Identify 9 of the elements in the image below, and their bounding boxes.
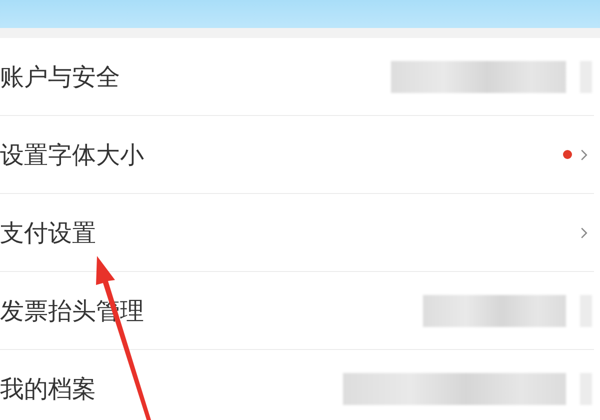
setting-label: 设置字体大小 (0, 140, 144, 170)
setting-label: 我的档案 (0, 374, 96, 404)
settings-row[interactable]: 设置字体大小 (0, 116, 594, 194)
chevron-icon (580, 226, 588, 240)
chevron-icon (580, 148, 588, 162)
setting-label: 账户与安全 (0, 62, 120, 92)
setting-label: 支付设置 (0, 218, 96, 248)
settings-row[interactable]: 我的档案 (0, 350, 594, 420)
settings-row[interactable]: 账户与安全 (0, 38, 594, 116)
